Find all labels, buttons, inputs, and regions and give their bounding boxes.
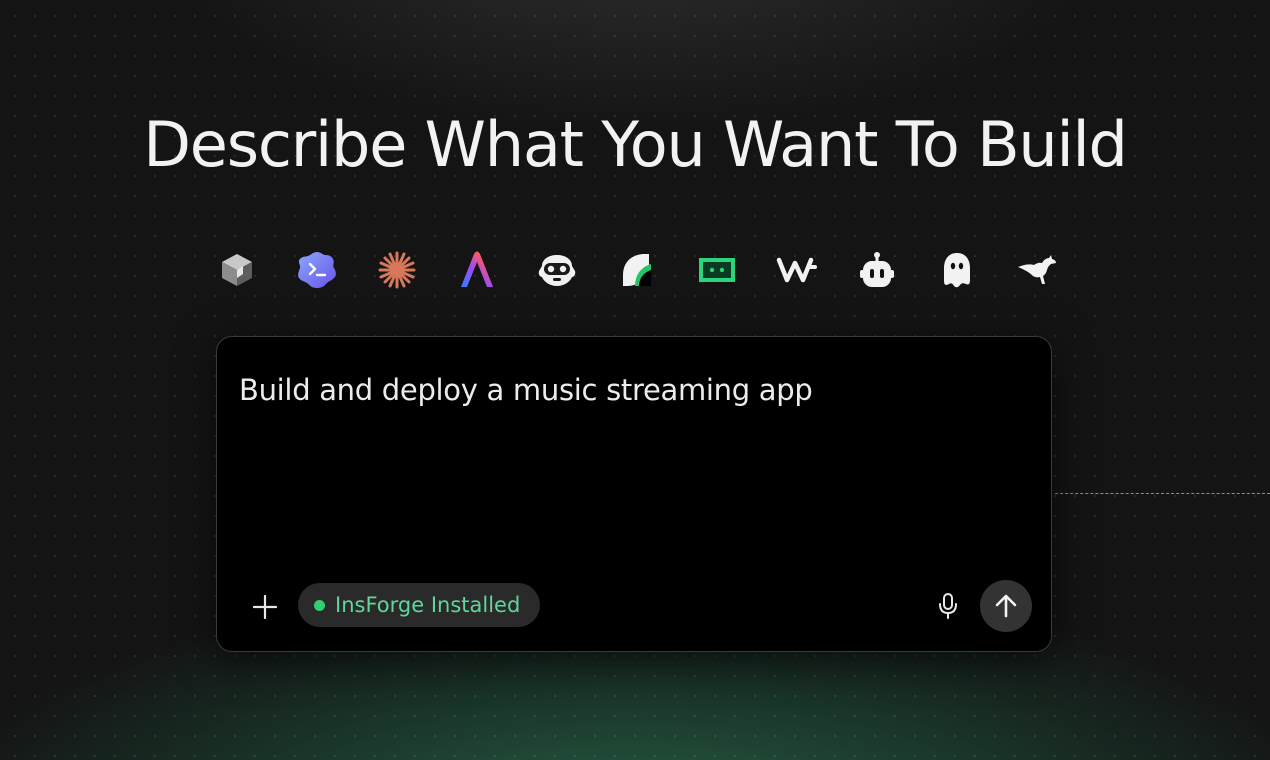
status-dot-icon: [314, 599, 325, 611]
send-button[interactable]: [980, 580, 1032, 632]
asterisk-burst-icon[interactable]: [375, 248, 419, 292]
tool-icon-row: [215, 248, 1056, 294]
green-tape-icon[interactable]: [695, 248, 739, 292]
status-label: InsForge Installed: [335, 593, 521, 617]
terminal-cloud-icon[interactable]: [295, 248, 339, 292]
microphone-icon: [939, 593, 957, 619]
connector-dashed-line: [1055, 493, 1270, 494]
microphone-button[interactable]: [930, 587, 966, 625]
prompt-card: Build and deploy a music streaming app I…: [216, 336, 1052, 652]
cube-icon[interactable]: [215, 248, 259, 292]
ghost-icon[interactable]: [935, 248, 979, 292]
w-wave-icon[interactable]: [775, 248, 819, 292]
kangaroo-icon[interactable]: [1015, 248, 1059, 292]
prompt-input[interactable]: Build and deploy a music streaming app: [239, 373, 1027, 407]
gradient-a-icon[interactable]: [455, 248, 499, 292]
leaf-shape-icon[interactable]: [615, 248, 659, 292]
robot-head-icon[interactable]: [855, 248, 899, 292]
plus-icon: [253, 595, 277, 619]
arrow-up-icon: [995, 594, 1017, 618]
goggles-face-icon[interactable]: [535, 248, 579, 292]
page-title: Describe What You Want To Build: [143, 108, 1128, 181]
status-badge[interactable]: InsForge Installed: [298, 583, 541, 627]
add-attachment-button[interactable]: [247, 589, 283, 625]
